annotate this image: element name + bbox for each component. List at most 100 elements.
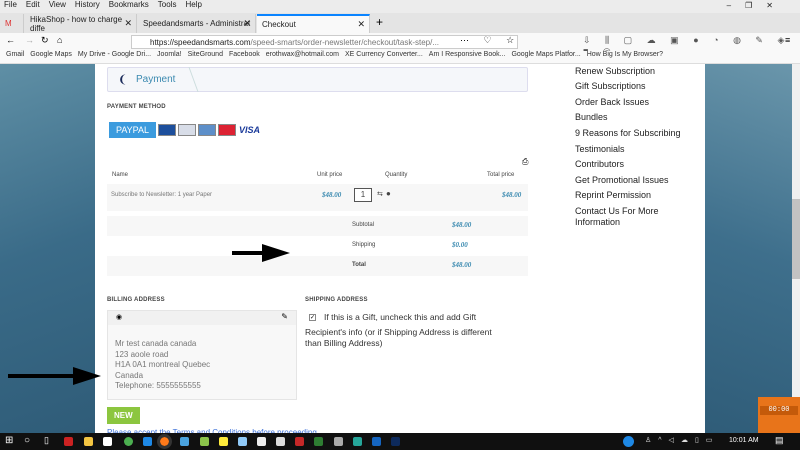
menu-tools[interactable]: Tools bbox=[158, 0, 177, 9]
close-icon[interactable]: ✕ bbox=[124, 18, 132, 29]
shipping-address-title: SHIPPING ADDRESS bbox=[305, 297, 368, 303]
bookmark[interactable]: Joomla! bbox=[157, 51, 182, 58]
new-address-button[interactable]: NEW bbox=[107, 407, 140, 424]
reload-icon[interactable]: ↻ bbox=[41, 35, 49, 46]
annotation-arrow-head bbox=[262, 244, 290, 262]
checkout-step-breadcrumb[interactable]: ❨ Payment bbox=[107, 67, 528, 92]
refresh-quantity-icon[interactable]: ⇆ bbox=[377, 190, 383, 198]
mail-icon[interactable] bbox=[276, 437, 285, 446]
header-total-price: Total price bbox=[487, 172, 515, 178]
amex-card-icon bbox=[198, 124, 217, 136]
sidebar-link[interactable]: Renew Subscription bbox=[575, 66, 655, 76]
cb-card-icon bbox=[158, 124, 177, 136]
address-radio[interactable]: ◉ bbox=[116, 313, 122, 321]
task-view-icon[interactable]: ▯ bbox=[44, 435, 49, 446]
sidebar-link[interactable]: Order Back Issues bbox=[575, 97, 649, 107]
bookmark[interactable]: XE Currency Converter... bbox=[345, 51, 423, 58]
item-unit-price: $48.00 bbox=[322, 191, 342, 199]
billing-address-title: BILLING ADDRESS bbox=[107, 297, 165, 303]
clock[interactable]: 10:01 AM bbox=[729, 437, 759, 444]
dropbox-icon[interactable] bbox=[103, 437, 112, 446]
gift-checkbox-label[interactable]: If this is a Gift, uncheck this and add … bbox=[324, 312, 476, 322]
app-icon[interactable] bbox=[257, 437, 266, 446]
menu-view[interactable]: View bbox=[49, 0, 66, 9]
sidebar-link[interactable]: Bundles bbox=[575, 112, 608, 122]
edge-icon[interactable] bbox=[143, 437, 152, 446]
word-icon[interactable] bbox=[372, 437, 381, 446]
menu-history[interactable]: History bbox=[75, 0, 100, 9]
menu-bookmarks[interactable]: Bookmarks bbox=[109, 0, 149, 9]
gmail-pinned-tab[interactable]: M bbox=[0, 14, 24, 33]
close-icon[interactable]: ✕ bbox=[243, 18, 251, 29]
gift-checkbox[interactable]: ✓ bbox=[309, 314, 316, 321]
sidebar-link[interactable]: Reprint Permission bbox=[575, 190, 651, 200]
notifications-icon[interactable]: ▤ bbox=[775, 435, 784, 446]
bookmark[interactable]: SiteGround bbox=[188, 51, 223, 58]
help-icon[interactable] bbox=[623, 436, 634, 447]
timer-display: 00:00 bbox=[760, 406, 798, 415]
bookmark[interactable]: Google Maps bbox=[30, 51, 72, 58]
tab-label: HikaShop - how to charge diffe bbox=[30, 14, 123, 33]
system-tray-icons[interactable]: ♙^◁☁▯▭ bbox=[645, 436, 719, 444]
sidebar-link[interactable]: Contact Us For More Information bbox=[575, 206, 685, 227]
tab-speedandsmarts-admin[interactable]: Speedandsmarts - Administrat ✕ bbox=[138, 14, 256, 33]
sidebar-link[interactable]: Gift Subscriptions bbox=[575, 81, 646, 91]
sticky-notes-icon[interactable] bbox=[219, 437, 228, 446]
page-actions-icon[interactable]: ⋯ ♡ ☆ bbox=[460, 35, 520, 46]
billing-address-card: ◉ ✎ Mr test canada canada 123 aoole road… bbox=[107, 310, 297, 400]
menu-help[interactable]: Help bbox=[185, 0, 201, 9]
bookmark[interactable]: Gmail bbox=[6, 51, 24, 58]
print-icon[interactable]: ⎙ bbox=[522, 157, 528, 167]
search-icon[interactable]: ○ bbox=[24, 435, 30, 446]
filezilla-icon[interactable] bbox=[64, 437, 73, 446]
app-icon[interactable] bbox=[200, 437, 209, 446]
address-line: 123 aoole road bbox=[115, 349, 169, 359]
shipping-value: $0.00 bbox=[452, 241, 468, 249]
menu-file[interactable]: File bbox=[4, 0, 17, 9]
bookmark[interactable]: Am I Responsive Book... bbox=[429, 51, 506, 58]
bookmark[interactable]: Facebook bbox=[229, 51, 260, 58]
menu-bar: File Edit View History Bookmarks Tools Help –❐… bbox=[0, 0, 800, 13]
forward-icon[interactable]: → bbox=[25, 35, 34, 45]
paypal-button[interactable]: PAYPAL bbox=[109, 122, 157, 138]
file-explorer-icon[interactable] bbox=[84, 437, 93, 446]
address-line: Telephone: 5555555555 bbox=[115, 381, 201, 390]
window-controls[interactable]: –❐✕ bbox=[727, 1, 787, 10]
sidebar-link[interactable]: Contributors bbox=[575, 159, 624, 169]
payment-method-title: PAYMENT METHOD bbox=[107, 104, 166, 110]
security-icon[interactable] bbox=[353, 437, 362, 446]
quantity-input[interactable]: 1 bbox=[354, 188, 372, 202]
back-icon[interactable]: ← bbox=[6, 35, 15, 45]
sidebar-link[interactable]: Get Promotional Issues bbox=[575, 175, 669, 185]
sidebar-link[interactable]: 9 Reasons for Subscribing bbox=[575, 128, 681, 138]
bookmark[interactable]: How Big Is My Browser? bbox=[587, 51, 663, 58]
header-quantity: Quantity bbox=[385, 172, 408, 178]
app-icon[interactable] bbox=[334, 437, 343, 446]
app-icon[interactable] bbox=[238, 437, 247, 446]
hamburger-menu-icon[interactable]: ≡ bbox=[785, 35, 790, 45]
chrome-icon[interactable] bbox=[124, 437, 133, 446]
firefox-icon[interactable] bbox=[157, 434, 172, 449]
bookmark[interactable]: My Drive - Google Dri... bbox=[78, 51, 151, 58]
scrollbar[interactable] bbox=[792, 64, 800, 434]
onedrive-icon[interactable] bbox=[180, 437, 189, 446]
photoshop-icon[interactable] bbox=[391, 437, 400, 446]
menu-edit[interactable]: Edit bbox=[26, 0, 40, 9]
tab-checkout[interactable]: Checkout ✕ bbox=[257, 14, 370, 33]
bookmark[interactable]: erothwax@hotmail.com bbox=[266, 51, 339, 58]
new-tab-button[interactable]: + bbox=[376, 15, 383, 29]
payment-option-paypal[interactable]: PAYPAL VISA bbox=[109, 122, 260, 138]
close-icon[interactable]: ✕ bbox=[357, 19, 365, 30]
windows-start-icon[interactable]: ⊞ bbox=[5, 435, 13, 446]
tab-hikashop[interactable]: HikaShop - how to charge diffe ✕ bbox=[25, 14, 137, 33]
edit-pencil-icon[interactable]: ✎ bbox=[281, 312, 288, 321]
bookmark[interactable]: Google Maps Platfor... bbox=[511, 51, 580, 58]
remove-item-icon[interactable]: ● bbox=[386, 189, 391, 198]
step-payment[interactable]: Payment bbox=[136, 74, 175, 85]
timer-widget[interactable]: 00:00 bbox=[758, 397, 800, 433]
checkout-page: ❨ Payment PAYMENT METHOD PAYPAL VISA ⎙ N… bbox=[95, 64, 705, 437]
sidebar-link[interactable]: Testimonials bbox=[575, 144, 625, 154]
home-icon[interactable]: ⌂ bbox=[57, 35, 62, 45]
excel-icon[interactable] bbox=[314, 437, 323, 446]
access-icon[interactable] bbox=[295, 437, 304, 446]
